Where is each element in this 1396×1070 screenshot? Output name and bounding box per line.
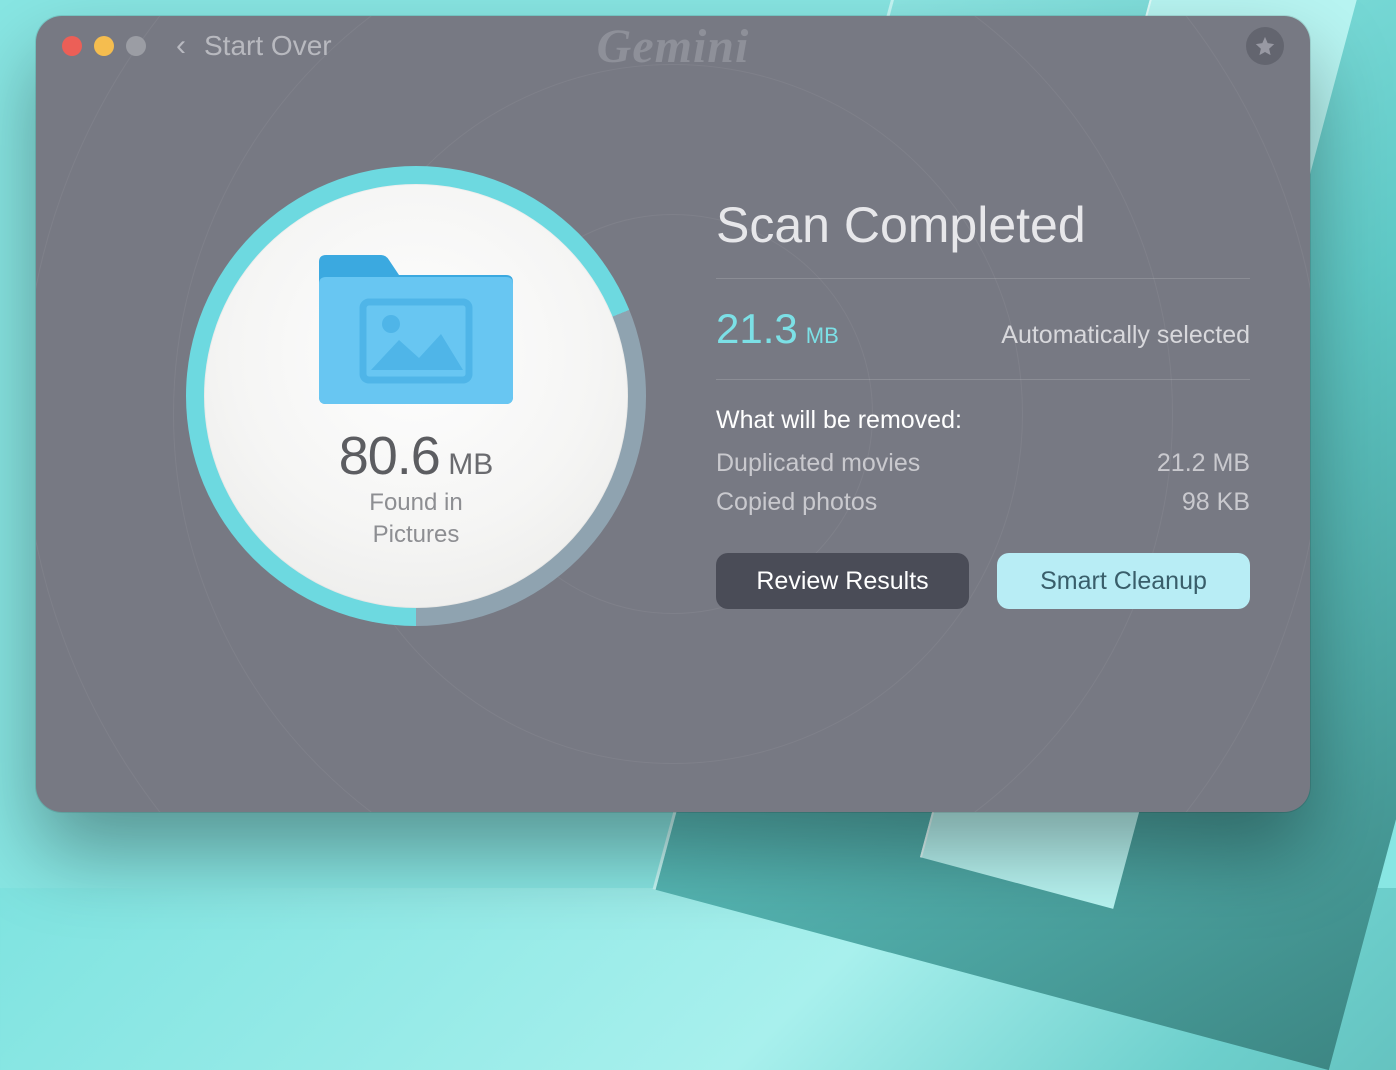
progress-ring: 80.6 MB Found in Pictures [186,166,646,626]
star-icon [1254,35,1276,57]
maximize-window-button[interactable] [126,36,146,56]
results-headline: Scan Completed [716,196,1250,279]
removal-item-label: Duplicated movies [716,449,920,478]
found-in-label: Found in [369,489,462,517]
chevron-left-icon: ‹ [176,29,186,63]
close-window-button[interactable] [62,36,82,56]
app-window: ‹ Start Over Gemini [36,16,1310,812]
removal-title: What will be removed: [716,406,1250,435]
scan-size-value: 80.6 [339,426,440,486]
scan-size-unit: MB [448,448,493,481]
review-results-button[interactable]: Review Results [716,553,969,609]
start-over-button[interactable]: ‹ Start Over [176,29,332,63]
action-buttons: Review Results Smart Cleanup [716,553,1250,609]
removal-item-label: Copied photos [716,488,877,517]
smart-cleanup-button[interactable]: Smart Cleanup [997,553,1250,609]
scan-size: 80.6 MB [339,425,494,487]
pictures-folder-icon [311,242,521,407]
removal-item-size: 21.2 MB [1157,449,1250,478]
auto-size-unit: MB [806,323,839,349]
auto-selected-row: 21.3 MB Automatically selected [716,279,1250,380]
scan-location: Pictures [373,521,460,549]
start-over-label: Start Over [204,30,332,62]
main-content: 80.6 MB Found in Pictures Scan Completed… [36,166,1310,812]
titlebar: ‹ Start Over Gemini [36,16,1310,76]
auto-size-value: 21.3 [716,305,798,353]
removal-row: Duplicated movies 21.2 MB [716,449,1250,478]
removal-row: Copied photos 98 KB [716,488,1250,517]
auto-selected-label: Automatically selected [1001,321,1250,350]
favorite-button[interactable] [1246,27,1284,65]
scan-summary-panel: 80.6 MB Found in Pictures [156,166,676,812]
minimize-window-button[interactable] [94,36,114,56]
window-controls [62,36,146,56]
ring-content: 80.6 MB Found in Pictures [204,184,628,608]
app-title: Gemini [597,19,750,74]
removal-item-size: 98 KB [1182,488,1250,517]
results-panel: Scan Completed 21.3 MB Automatically sel… [676,166,1250,812]
removal-section: What will be removed: Duplicated movies … [716,380,1250,517]
scan-ring-widget: 80.6 MB Found in Pictures [186,166,646,626]
